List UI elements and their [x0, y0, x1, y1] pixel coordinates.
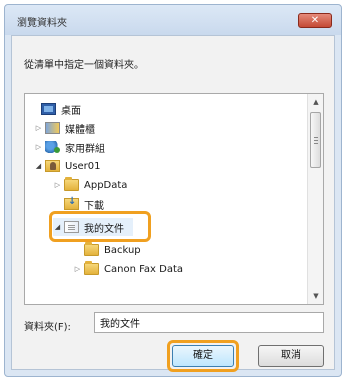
tree-item-label: 媒體櫃 — [65, 124, 95, 136]
expand-arrow-icon[interactable]: ▷ — [53, 181, 62, 189]
tree-item-label: 下載 — [84, 200, 104, 212]
tree-item-user01[interactable]: ◢ User01 — [34, 157, 101, 175]
folder-icon — [84, 242, 99, 256]
tree-item-label: Backup — [104, 244, 141, 256]
tree-item-backup[interactable]: Backup — [73, 241, 141, 259]
tree-item-canon-fax-data[interactable]: ▷ Canon Fax Data — [73, 260, 183, 278]
title-bar[interactable]: 瀏覽資料夾 ✕ — [5, 5, 341, 35]
dialog-body: 從清單中指定一個資料夾。 桌面 ▷ 媒體櫃 ▷ 家用群組 ◢ User01 ▷ … — [11, 35, 335, 372]
expand-arrow-icon[interactable]: ▷ — [34, 124, 43, 132]
cancel-button[interactable]: 取消 — [258, 345, 324, 367]
browse-folder-dialog: 瀏覽資料夾 ✕ 從清單中指定一個資料夾。 桌面 ▷ 媒體櫃 ▷ 家用群組 ◢ U… — [4, 4, 342, 377]
collapse-arrow-icon[interactable]: ◢ — [34, 162, 43, 170]
instruction-text: 從清單中指定一個資料夾。 — [24, 60, 144, 71]
library-icon — [45, 122, 60, 134]
desktop-icon — [41, 103, 56, 115]
tree-item-label: Canon Fax Data — [104, 263, 184, 275]
folder-tree[interactable]: 桌面 ▷ 媒體櫃 ▷ 家用群組 ◢ User01 ▷ AppData ↓ 下載 … — [24, 93, 324, 305]
tree-item-label: User01 — [65, 160, 101, 172]
user-folder-icon — [45, 160, 60, 172]
tree-item-label: 家用群組 — [65, 143, 105, 155]
expand-arrow-icon[interactable]: ▷ — [34, 143, 43, 151]
download-folder-icon — [64, 196, 79, 210]
tree-item-homegroup[interactable]: ▷ 家用群組 — [34, 138, 105, 156]
tree-item-libraries[interactable]: ▷ 媒體櫃 — [34, 119, 95, 137]
folder-icon — [64, 177, 79, 191]
tree-item-appdata[interactable]: ▷ AppData — [53, 176, 127, 194]
expand-arrow-icon[interactable]: ▷ — [73, 265, 82, 273]
close-button[interactable]: ✕ — [298, 13, 332, 28]
folder-name-input[interactable] — [94, 312, 324, 333]
folder-icon — [84, 261, 99, 275]
close-icon: ✕ — [310, 15, 320, 26]
scroll-down-icon[interactable]: ▼ — [308, 288, 323, 304]
scroll-thumb[interactable] — [310, 112, 321, 168]
selection-highlight-callout — [49, 211, 151, 242]
ok-highlight-callout — [167, 340, 239, 372]
vertical-scrollbar[interactable]: ▲ ▼ — [307, 94, 323, 304]
tree-item-label: AppData — [84, 179, 128, 191]
dialog-title: 瀏覽資料夾 — [17, 18, 67, 29]
scroll-up-icon[interactable]: ▲ — [308, 94, 323, 110]
folder-field-label: 資料夾(F): — [24, 322, 71, 333]
homegroup-icon — [45, 141, 60, 153]
tree-item-desktop[interactable]: 桌面 — [30, 100, 81, 118]
tree-item-label: 桌面 — [61, 105, 81, 117]
